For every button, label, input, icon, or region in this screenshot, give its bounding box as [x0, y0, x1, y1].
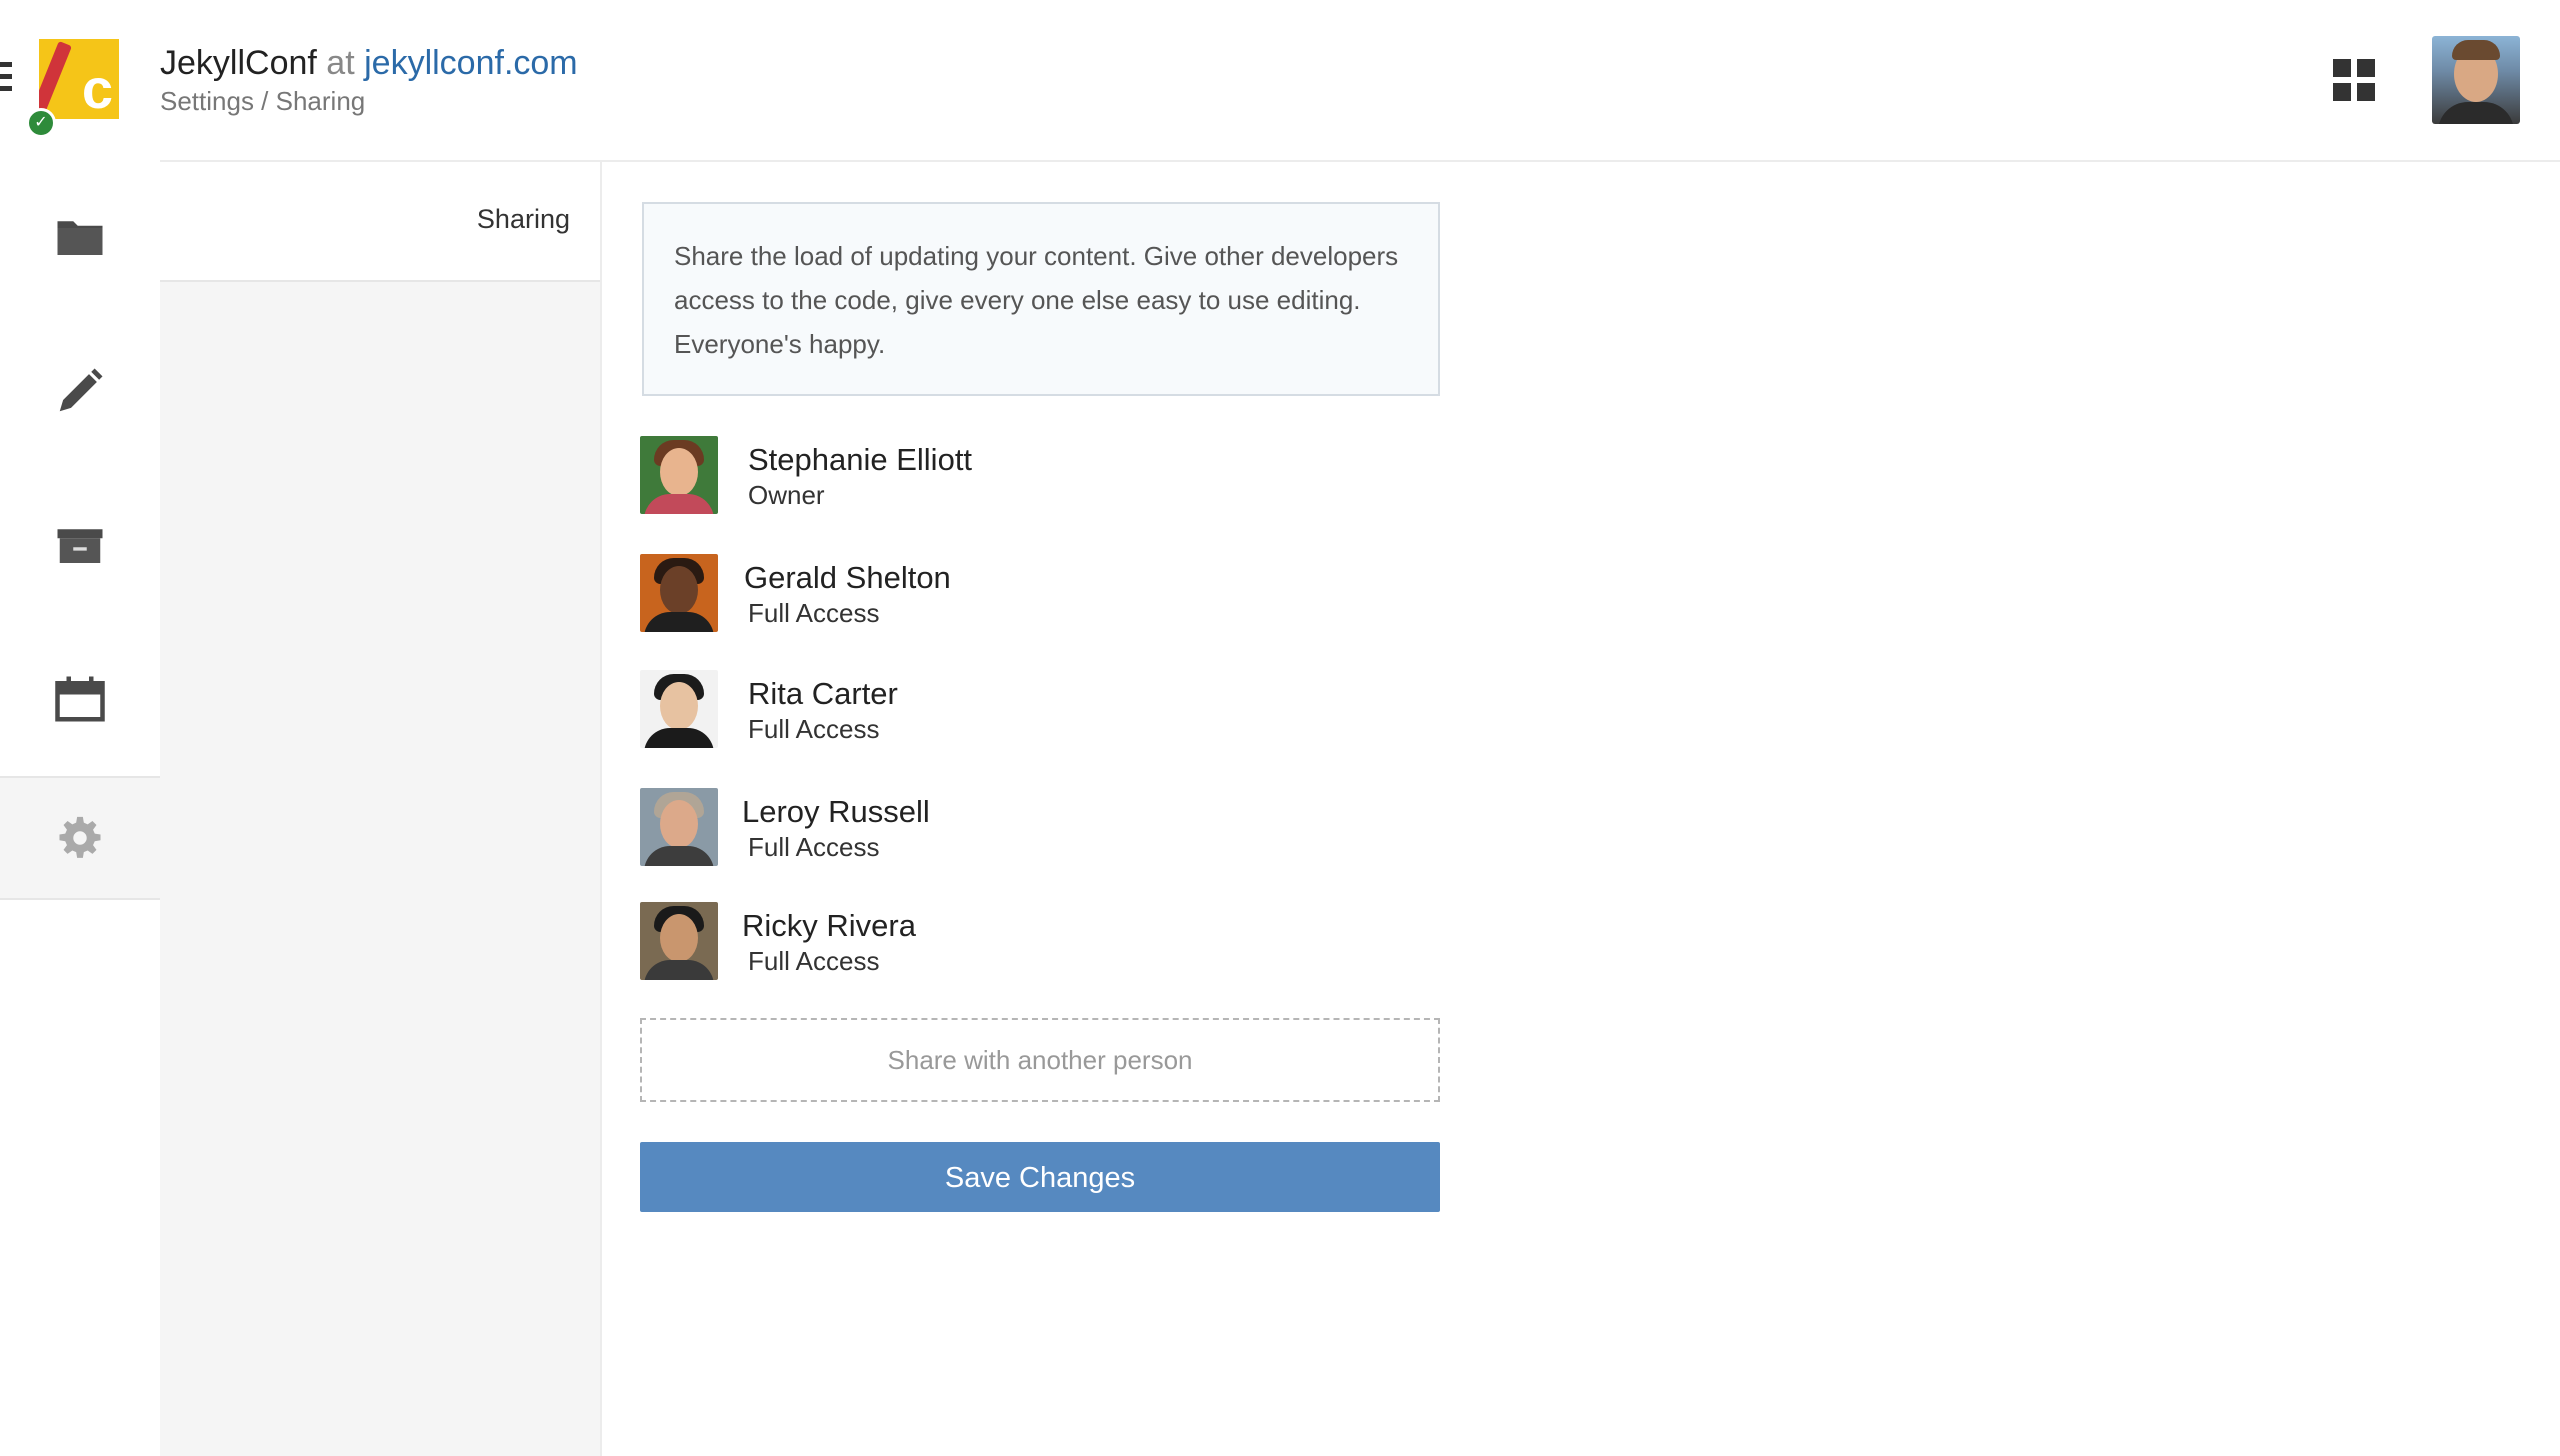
archive-icon [57, 529, 103, 563]
list-item[interactable]: Rita Carter Full Access [640, 670, 1340, 750]
subnav-item-sharing[interactable]: Sharing [160, 162, 600, 282]
avatar [640, 436, 718, 514]
avatar [640, 554, 718, 632]
person-name: Rita Carter [748, 676, 898, 711]
person-role: Full Access [748, 714, 880, 744]
sidebar [0, 160, 162, 1456]
site-logo[interactable]: c [39, 39, 119, 119]
person-name: Stephanie Elliott [748, 442, 973, 477]
person-name: Leroy Russell [742, 794, 930, 829]
settings-subnav: Sharing [160, 162, 602, 1456]
person-role: Full Access [748, 598, 880, 628]
gear-icon [59, 816, 101, 858]
user-avatar[interactable] [2432, 36, 2520, 124]
site-title: JekyllConf at jekyllconf.com [160, 44, 578, 83]
list-item[interactable]: Stephanie Elliott Owner [640, 436, 1340, 516]
site-name: JekyllConf [160, 44, 317, 82]
pencil-icon [59, 368, 103, 412]
person-role: Full Access [748, 946, 880, 976]
list-item[interactable]: Ricky Rivera Full Access [640, 902, 1340, 982]
person-role: Owner [748, 480, 825, 510]
sidebar-item-archive[interactable] [0, 468, 160, 622]
info-box: Share the load of updating your content.… [642, 202, 1440, 396]
breadcrumb: Settings / Sharing [160, 86, 366, 116]
subnav-item-label: Sharing [476, 204, 570, 234]
avatar [640, 670, 718, 748]
list-item[interactable]: Leroy Russell Full Access [640, 788, 1340, 868]
sidebar-item-calendar[interactable] [0, 622, 160, 776]
avatar [640, 788, 718, 866]
logo-letter: c [81, 57, 113, 119]
apps-grid-icon[interactable] [2333, 59, 2375, 101]
sidebar-item-files[interactable] [0, 160, 160, 314]
folder-icon [57, 221, 103, 255]
share-person-input[interactable]: Share with another person [640, 1018, 1440, 1102]
top-bar: c ✓ JekyllConf at jekyllconf.com Setting… [0, 0, 2560, 162]
menu-icon[interactable] [0, 62, 12, 92]
avatar [640, 902, 718, 980]
person-name: Ricky Rivera [742, 908, 916, 943]
person-name: Gerald Shelton [744, 560, 951, 595]
site-domain-link[interactable]: jekyllconf.com [364, 44, 578, 82]
list-item[interactable]: Gerald Shelton Full Access [640, 554, 1340, 634]
check-icon: ✓ [26, 108, 56, 138]
sidebar-item-edit[interactable] [0, 314, 160, 468]
sidebar-item-settings[interactable] [0, 776, 160, 900]
calendar-icon [55, 676, 105, 722]
person-role: Full Access [748, 832, 880, 862]
save-changes-button[interactable]: Save Changes [640, 1142, 1440, 1212]
at-text: at [326, 44, 355, 82]
